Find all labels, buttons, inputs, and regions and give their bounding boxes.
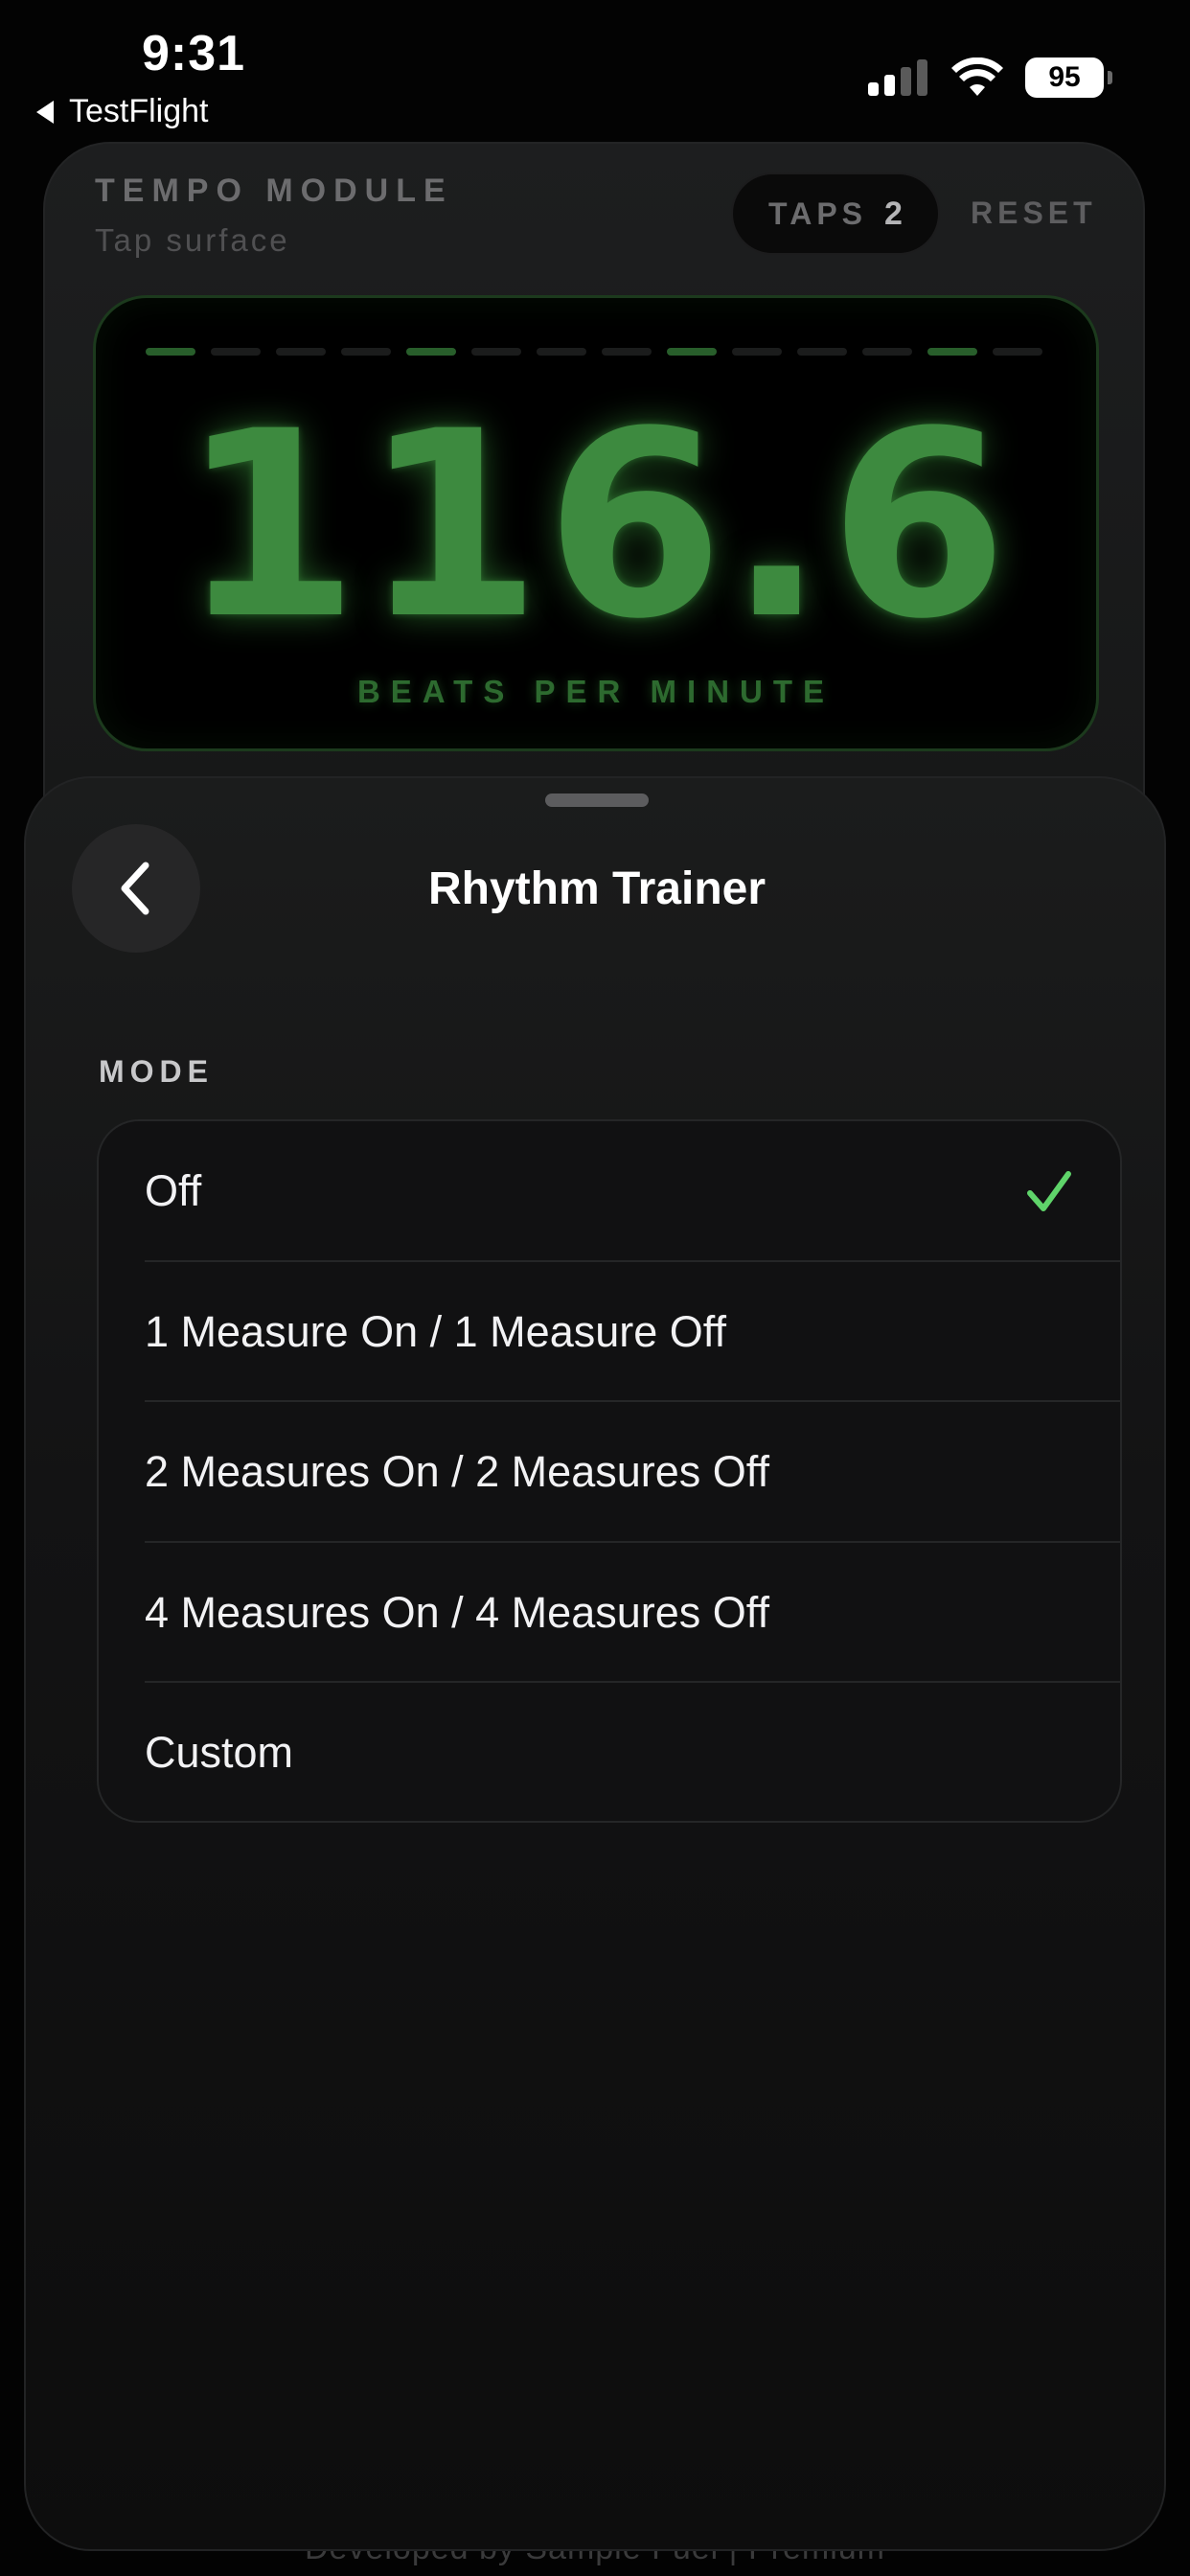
- beat-indicator: [927, 348, 977, 356]
- beat-indicator: [146, 348, 195, 356]
- mode-section-label: MODE: [99, 1054, 214, 1089]
- status-time: 9:31: [142, 26, 246, 81]
- mode-option-custom[interactable]: Custom: [99, 1683, 1120, 1821]
- beat-indicator: [993, 348, 1042, 356]
- taps-label: TAPS: [768, 196, 868, 231]
- beat-indicator: [211, 348, 261, 356]
- reset-button[interactable]: RESET: [971, 196, 1097, 231]
- mode-option-label: 4 Measures On / 4 Measures Off: [145, 1587, 769, 1637]
- battery-icon: 95: [1025, 58, 1112, 98]
- status-bar: 9:31 TestFlight 95: [0, 0, 1190, 144]
- beat-indicator: [471, 348, 521, 356]
- back-to-app-link[interactable]: TestFlight: [36, 93, 209, 130]
- beat-indicator-row: [146, 348, 1042, 356]
- beat-indicator: [797, 348, 847, 356]
- mode-option-2-measures[interactable]: 2 Measures On / 2 Measures Off: [99, 1402, 1120, 1543]
- mode-option-label: Custom: [145, 1728, 294, 1778]
- tempo-module-title: TEMPO MODULE: [95, 172, 453, 209]
- beat-indicator: [732, 348, 782, 356]
- beat-indicator: [537, 348, 586, 356]
- beat-indicator: [276, 348, 326, 356]
- mode-option-label: 1 Measure On / 1 Measure Off: [145, 1306, 726, 1356]
- sheet-grabber[interactable]: [545, 794, 649, 807]
- mode-option-label: Off: [145, 1166, 202, 1216]
- mode-option-1-measure[interactable]: 1 Measure On / 1 Measure Off: [99, 1262, 1120, 1402]
- battery-level: 95: [1025, 58, 1104, 98]
- mode-option-off[interactable]: Off: [99, 1121, 1120, 1262]
- cellular-signal-icon: [868, 58, 927, 96]
- sheet-title: Rhythm Trainer: [427, 863, 767, 914]
- taps-counter: TAPS 2: [731, 172, 940, 255]
- mode-option-4-measures[interactable]: 4 Measures On / 4 Measures Off: [99, 1543, 1120, 1683]
- checkmark-icon: [1027, 1171, 1071, 1212]
- beat-indicator: [862, 348, 912, 356]
- bpm-unit-label: BEATS PER MINUTE: [356, 674, 835, 709]
- mode-option-label: 2 Measures On / 2 Measures Off: [145, 1447, 769, 1497]
- taps-count: 2: [884, 195, 903, 232]
- bpm-value: 116.6: [180, 377, 1012, 676]
- back-app-label: TestFlight: [69, 93, 209, 129]
- beat-indicator: [406, 348, 456, 356]
- beat-indicator: [602, 348, 652, 356]
- mode-options-list: Off 1 Measure On / 1 Measure Off 2 Measu…: [97, 1119, 1122, 1823]
- rhythm-trainer-sheet: Rhythm Trainer MODE Off 1 Measure On / 1…: [24, 776, 1166, 2551]
- back-triangle-icon: [36, 100, 54, 124]
- beat-indicator: [341, 348, 391, 356]
- beat-indicator: [667, 348, 717, 356]
- tap-surface-display[interactable]: 116.6 BEATS PER MINUTE: [93, 295, 1099, 751]
- wifi-icon: [951, 58, 1003, 96]
- tempo-module-subtitle: Tap surface: [95, 222, 290, 258]
